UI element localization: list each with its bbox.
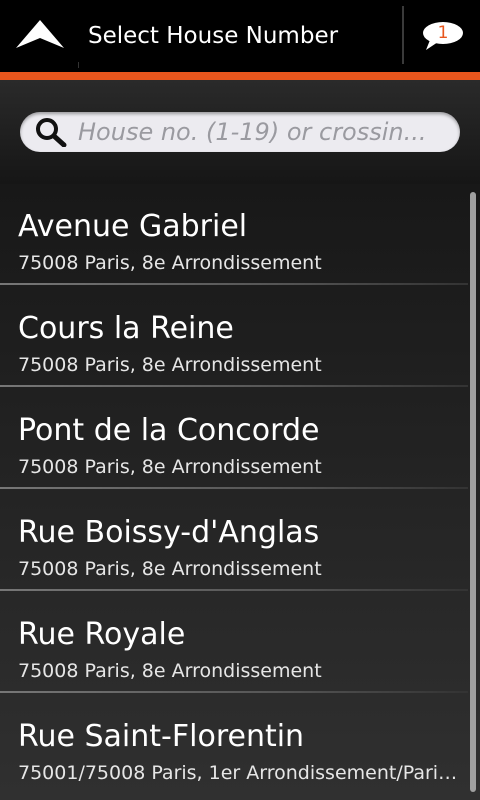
divider bbox=[0, 283, 468, 285]
back-arrow-icon bbox=[16, 20, 64, 48]
street-detail: 75008 Paris, 8e Arrondissement bbox=[18, 252, 322, 274]
street-detail: 75008 Paris, 8e Arrondissement bbox=[18, 558, 322, 580]
divider bbox=[0, 589, 468, 591]
divider bbox=[0, 691, 468, 693]
search-box[interactable] bbox=[20, 112, 460, 152]
street-detail: 75008 Paris, 8e Arrondissement bbox=[18, 660, 322, 682]
street-detail: 75008 Paris, 8e Arrondissement bbox=[18, 456, 322, 478]
list-item[interactable]: Pont de la Concorde 75008 Paris, 8e Arro… bbox=[0, 388, 468, 489]
messages-count-badge: 1 bbox=[437, 23, 449, 43]
divider bbox=[0, 487, 468, 489]
messages-button[interactable]: 1 bbox=[404, 0, 480, 72]
divider bbox=[0, 385, 468, 387]
accent-bar bbox=[0, 72, 480, 80]
search-input[interactable] bbox=[78, 112, 450, 152]
results-list: Avenue Gabriel 75008 Paris, 8e Arrondiss… bbox=[0, 184, 480, 800]
list-item[interactable]: Rue Boissy-d'Anglas 75008 Paris, 8e Arro… bbox=[0, 490, 468, 591]
street-detail: 75008 Paris, 8e Arrondissement bbox=[18, 354, 322, 376]
street-name: Avenue Gabriel bbox=[18, 209, 248, 244]
search-icon bbox=[36, 118, 67, 147]
street-name: Rue Royale bbox=[18, 617, 186, 652]
search-area bbox=[0, 80, 480, 184]
street-name: Pont de la Concorde bbox=[18, 413, 320, 448]
street-name: Rue Boissy-d'Anglas bbox=[18, 515, 320, 550]
list-item[interactable]: Rue Saint-Florentin 75001/75008 Paris, 1… bbox=[0, 694, 468, 795]
list-item[interactable]: Cours la Reine 75008 Paris, 8e Arrondiss… bbox=[0, 286, 468, 387]
list-item[interactable]: Rue Royale 75008 Paris, 8e Arrondissemen… bbox=[0, 592, 468, 693]
scrollbar[interactable] bbox=[470, 192, 476, 792]
street-name: Rue Saint-Florentin bbox=[18, 719, 305, 754]
title-separator bbox=[78, 62, 79, 68]
back-button[interactable] bbox=[0, 0, 80, 72]
street-name: Cours la Reine bbox=[18, 311, 234, 346]
street-detail: 75001/75008 Paris, 1er Arrondissement/Pa… bbox=[18, 762, 462, 784]
page-title: Select House Number bbox=[88, 23, 339, 49]
header-bar: Select House Number 1 bbox=[0, 0, 480, 72]
list-item[interactable]: Avenue Gabriel 75008 Paris, 8e Arrondiss… bbox=[0, 184, 468, 285]
